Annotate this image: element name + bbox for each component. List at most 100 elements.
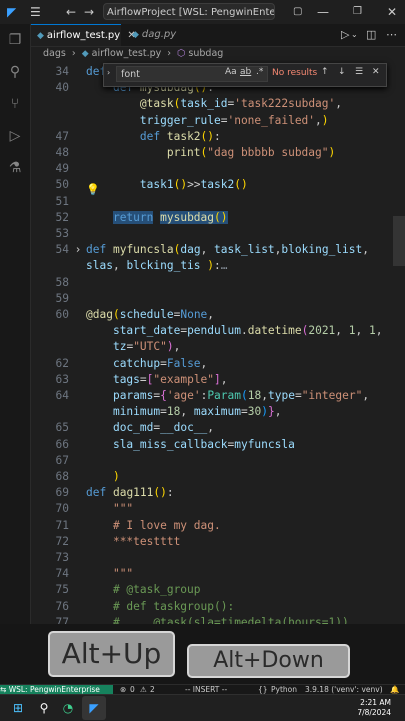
source-control-icon[interactable]: ⑂ [7, 96, 23, 112]
python-file-icon: ◆ [37, 31, 44, 41]
tab-airflow-test[interactable]: ◆ airflow_test.py ✕ [31, 24, 136, 46]
code-line[interactable]: """ [86, 566, 133, 582]
line-number: 74 [55, 567, 69, 581]
line-number: 63 [55, 372, 69, 386]
code-line[interactable]: print("dag bbbbb subdag") [86, 145, 335, 161]
line-number: 71 [55, 518, 69, 532]
code-line[interactable]: tz="UTC"), [86, 339, 180, 355]
keycap-alt-down: Alt+Down [187, 644, 350, 678]
line-number: 34 [55, 65, 69, 78]
code-line[interactable]: """ [86, 501, 133, 517]
taskbar: ⊞ ⚲ ◔ ◤ 2:21 AM 7/8/2024 [0, 694, 405, 721]
close-window-icon[interactable]: ✕ [387, 4, 397, 20]
activity-bar: ❐ ⚲ ⑂ ▷ ⚗ [0, 24, 31, 624]
restore-icon[interactable]: ❐ [353, 4, 362, 20]
code-editor[interactable]: 34 def 40 def mysubdag(): @task(task_id='t… [31, 62, 405, 624]
line-number: 40 [55, 81, 69, 95]
command-center[interactable]: AirflowProject [WSL: PengwinEnterpri [103, 3, 275, 20]
tab-label: airflow_test.py [46, 30, 121, 41]
line-number: 60 [55, 308, 69, 321]
run-dropdown-icon[interactable]: ⌄ [351, 30, 358, 39]
code-line[interactable]: trigger_rule='none_failed',) [86, 113, 329, 129]
code-line[interactable]: # I love my dag. [86, 518, 221, 534]
line-number: 67 [55, 453, 69, 467]
line-number: 51 [55, 194, 69, 208]
line-number: 66 [55, 437, 69, 451]
breadcrumb-folder[interactable]: dags [43, 48, 66, 59]
code-line[interactable]: @dag(schedule=None, [86, 307, 214, 323]
code-line[interactable]: task1()>>task2() [86, 177, 248, 193]
testing-icon[interactable]: ⚗ [7, 160, 23, 176]
find-in-selection-icon[interactable]: ☰ [355, 67, 363, 77]
code-line[interactable]: # def taskgroup(): [86, 599, 234, 615]
search-icon[interactable]: ⚲ [7, 64, 23, 80]
clock-time: 2:21 AM [360, 698, 391, 707]
back-arrow-icon[interactable]: ← [66, 4, 76, 20]
line-number: 59 [55, 291, 69, 305]
system-clock[interactable]: 2:21 AM 7/8/2024 [357, 698, 391, 718]
line-number: 68 [55, 470, 69, 483]
run-debug-icon[interactable]: ▷ [7, 128, 23, 144]
breadcrumb-symbol[interactable]: subdag [188, 48, 223, 59]
line-number: 48 [55, 146, 69, 159]
code-line[interactable]: @task(task_id='task222subdag', [86, 96, 342, 112]
code-line[interactable]: start_date=pendulum.datetime(2021, 1, 1, [86, 323, 383, 339]
tab-dag[interactable]: ◆ dag.py [126, 24, 196, 46]
line-number: 53 [55, 227, 69, 240]
line-number: 54 [55, 243, 69, 257]
code-line[interactable]: def myfuncsla(dag, task_list,bloking_lis… [86, 242, 369, 258]
vscode-taskbar-icon[interactable]: ◤ [86, 700, 102, 716]
more-actions-icon[interactable]: ⋯ [386, 28, 397, 41]
minimize-icon[interactable]: — [317, 4, 329, 20]
scrollbar-thumb[interactable] [393, 216, 405, 266]
keycap-alt-up: Alt+Up [48, 631, 175, 677]
next-match-icon[interactable]: ↓ [338, 67, 346, 77]
code-line[interactable]: sla_miss_callback=myfuncsla [86, 437, 295, 453]
python-file-icon: ◆ [132, 30, 139, 40]
search-icon[interactable]: ⚲ [36, 700, 52, 716]
code-line[interactable]: def dag111(): [86, 485, 174, 501]
split-editor-icon[interactable]: ◫ [366, 28, 376, 41]
toggle-replace-icon[interactable]: › [107, 68, 110, 77]
code-line[interactable]: tags=["example"], [86, 372, 228, 388]
title-bar: ◤ ☰ ← → AirflowProject [WSL: PengwinEnte… [0, 0, 405, 25]
line-number: 52 [55, 210, 69, 224]
code-line[interactable]: # @task(sla=timedelta(hours=1)) [86, 615, 349, 624]
editor-tabs: ◆ airflow_test.py ✕ ◆ dag.py ▷ ⌄ ◫ ⋯ [31, 24, 405, 47]
code-line[interactable]: minimum=18, maximum=30)}, [86, 404, 282, 420]
code-line[interactable]: # @task_group [86, 582, 201, 598]
fold-chevron-icon[interactable]: › [73, 242, 83, 258]
match-case-icon[interactable]: Aa [225, 67, 237, 77]
code-line[interactable]: ***testttt [86, 534, 180, 550]
explorer-icon[interactable]: ❐ [7, 32, 23, 48]
previous-match-icon[interactable]: ↑ [321, 67, 329, 77]
lightbulb-icon[interactable]: 💡 [86, 183, 100, 196]
run-file-icon[interactable]: ▷ [341, 28, 349, 41]
windows-start-icon[interactable]: ⊞ [10, 700, 26, 716]
code-line[interactable]: slas, blcking_tis ):… [86, 258, 228, 274]
keystroke-overlay: Alt+Up Alt+Down [0, 624, 405, 684]
regex-icon[interactable]: .* [256, 67, 263, 77]
clock-date: 7/8/2024 [357, 708, 391, 717]
match-whole-word-icon[interactable]: ab [240, 67, 251, 77]
function-symbol-icon: ⬡ [177, 48, 186, 59]
menu-icon[interactable]: ☰ [30, 4, 41, 20]
code-line[interactable]: def task2(): [86, 129, 221, 145]
code-line[interactable]: catchup=False, [86, 356, 207, 372]
code-line[interactable]: params={'age':Param(18,type="integer", [86, 388, 369, 404]
line-number: 58 [55, 275, 69, 289]
code-line[interactable]: doc_md=__doc__, [86, 420, 214, 436]
code-line[interactable]: return mysubdag() [86, 210, 228, 226]
close-find-icon[interactable]: ✕ [372, 67, 380, 77]
breadcrumb-file[interactable]: airflow_test.py [92, 48, 162, 59]
python-file-icon: ◆ [81, 49, 89, 59]
remote-icon: ⇆ [0, 685, 7, 694]
chevron-right-icon: › [71, 48, 76, 59]
chevron-right-icon: › [167, 48, 172, 59]
forward-arrow-icon[interactable]: → [84, 4, 94, 20]
code-line[interactable]: ) [86, 469, 120, 485]
line-number: 70 [55, 502, 69, 516]
edge-browser-icon[interactable]: ◔ [60, 700, 76, 716]
layout-toggle-icon[interactable]: ▢ [293, 4, 302, 20]
line-number: 47 [55, 129, 69, 143]
